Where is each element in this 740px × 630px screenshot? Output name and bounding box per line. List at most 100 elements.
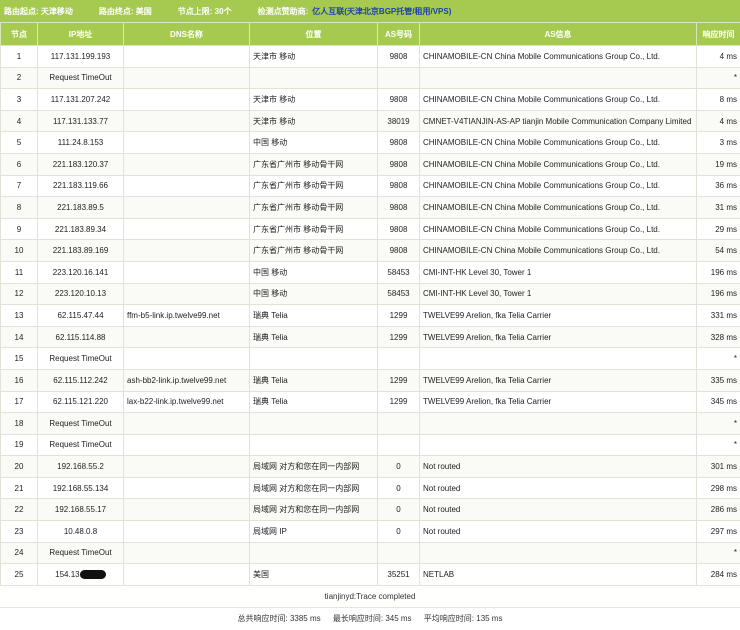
- cell-hop: 15: [1, 348, 38, 370]
- cell-dns: [124, 175, 250, 197]
- cell-ip-text: 192.168.55.17: [55, 505, 106, 514]
- col-hop: 节点: [1, 23, 38, 46]
- cell-asn-text: 0: [396, 505, 400, 514]
- cell-asinfo: CMNET-V4TIANJIN-AS-AP tianjin Mobile Com…: [420, 110, 697, 132]
- cell-location-text: 瑞典 Telia: [253, 333, 288, 342]
- cell-location-text: 瑞典 Telia: [253, 311, 288, 320]
- cell-ip-text: 221.183.120.37: [53, 160, 109, 169]
- cell-dns: [124, 240, 250, 262]
- cell-ip: 117.131.133.77: [38, 110, 124, 132]
- cell-asn-text: 9808: [390, 246, 408, 255]
- route-destination: 路由终点: 美国: [99, 6, 152, 17]
- table-row: 12223.120.10.13中国 移动58453CMI-INT-HK Leve…: [1, 283, 740, 305]
- cell-location: 局域网 对方和您在同一内部网: [250, 456, 378, 478]
- cell-dns: [124, 413, 250, 435]
- cell-response-time-text: 345 ms: [711, 397, 737, 406]
- cell-ip-text: Request TimeOut: [49, 73, 111, 82]
- cell-location: 局域网 对方和您在同一内部网: [250, 477, 378, 499]
- cell-location: 广东省广州市 移动骨干网: [250, 197, 378, 219]
- cell-hop-text: 17: [15, 397, 24, 406]
- max-time: 最长响应时间: 345 ms: [333, 614, 412, 623]
- cell-hop-text: 22: [15, 505, 24, 514]
- cell-dns: ffm-b5-link.ip.twelve99.net: [124, 305, 250, 327]
- cell-location: [250, 542, 378, 564]
- cell-location-text: 中国 移动: [253, 289, 287, 298]
- col-asn: AS号码: [378, 23, 420, 46]
- cell-asinfo: CHINAMOBILE-CN China Mobile Communicatio…: [420, 89, 697, 111]
- cell-response-time: 3 ms: [697, 132, 740, 154]
- cell-ip: Request TimeOut: [38, 434, 124, 456]
- cell-dns: [124, 110, 250, 132]
- col-dns: DNS名称: [124, 23, 250, 46]
- cell-hop-text: 24: [15, 548, 24, 557]
- cell-asinfo: [420, 348, 697, 370]
- cell-response-time: 196 ms: [697, 261, 740, 283]
- cell-ip-text: 62.115.112.242: [53, 376, 107, 385]
- cell-response-time: 345 ms: [697, 391, 740, 413]
- cell-ip: 221.183.119.66: [38, 175, 124, 197]
- cell-hop: 5: [1, 132, 38, 154]
- cell-dns: [124, 89, 250, 111]
- cell-response-time: *: [697, 67, 740, 89]
- cell-ip: 10.48.0.8: [38, 521, 124, 543]
- route-origin: 路由起点: 天津移动: [4, 6, 73, 17]
- cell-dns: [124, 348, 250, 370]
- cell-ip: 192.168.55.17: [38, 499, 124, 521]
- cell-location: 中国 移动: [250, 132, 378, 154]
- cell-location-text: 瑞典 Telia: [253, 397, 288, 406]
- cell-location: 广东省广州市 移动骨干网: [250, 218, 378, 240]
- cell-hop: 18: [1, 413, 38, 435]
- cell-dns: ash-bb2-link.ip.twelve99.net: [124, 369, 250, 391]
- cell-ip-text: 154.13.: [55, 570, 82, 579]
- table-row: 11223.120.16.141中国 移动58453CMI-INT-HK Lev…: [1, 261, 740, 283]
- cell-response-time-text: *: [734, 548, 737, 557]
- cell-asn: [378, 434, 420, 456]
- sponsor-link[interactable]: 亿人互联(天津北京BGP托管/租用/VPS): [312, 6, 451, 17]
- cell-ip: Request TimeOut: [38, 348, 124, 370]
- table-row: 8221.183.89.5广东省广州市 移动骨干网9808CHINAMOBILE…: [1, 197, 740, 219]
- cell-ip-text: Request TimeOut: [49, 440, 111, 449]
- cell-response-time-text: *: [734, 440, 737, 449]
- cell-asinfo: Not routed: [420, 477, 697, 499]
- cell-asn: 58453: [378, 261, 420, 283]
- sponsor-desc[interactable]: (天津北京BGP托管/租用/VPS): [344, 7, 451, 16]
- cell-location: 中国 移动: [250, 283, 378, 305]
- cell-location: 广东省广州市 移动骨干网: [250, 175, 378, 197]
- cell-location-text: 局域网 IP: [253, 527, 287, 536]
- table-row: 6221.183.120.37广东省广州市 移动骨干网9808CHINAMOBI…: [1, 153, 740, 175]
- cell-asn: 1299: [378, 305, 420, 327]
- cell-dns-text: lax-b22-link.ip.twelve99.net: [127, 397, 224, 406]
- cell-asn-text: 58453: [387, 289, 409, 298]
- cell-asinfo-text: Not routed: [423, 505, 460, 514]
- col-ip: IP地址: [38, 23, 124, 46]
- cell-asn: 9808: [378, 197, 420, 219]
- cell-dns: [124, 434, 250, 456]
- cell-ip-text: 223.120.16.141: [53, 268, 109, 277]
- cell-asinfo-text: CMI-INT-HK Level 30, Tower 1: [423, 268, 531, 277]
- table-row: 15Request TimeOut*: [1, 348, 740, 370]
- cell-response-time: *: [697, 413, 740, 435]
- table-row: 1117.131.199.193天津市 移动9808CHINAMOBILE-CN…: [1, 46, 740, 68]
- cell-asn-text: 9808: [390, 138, 408, 147]
- cell-ip-text: Request TimeOut: [49, 419, 111, 428]
- cell-hop-text: 3: [17, 95, 21, 104]
- cell-response-time: 31 ms: [697, 197, 740, 219]
- cell-asinfo: CHINAMOBILE-CN China Mobile Communicatio…: [420, 218, 697, 240]
- cell-asn-text: 1299: [390, 376, 408, 385]
- cell-hop: 11: [1, 261, 38, 283]
- cell-hop-text: 21: [15, 484, 24, 493]
- cell-asinfo-text: Not routed: [423, 484, 460, 493]
- sponsor-name[interactable]: 亿人互联: [312, 7, 344, 16]
- cell-asinfo-text: CHINAMOBILE-CN China Mobile Communicatio…: [423, 160, 660, 169]
- cell-asn: 0: [378, 477, 420, 499]
- cell-dns: [124, 67, 250, 89]
- cell-ip: 117.131.207.242: [38, 89, 124, 111]
- cell-asn-text: 9808: [390, 160, 408, 169]
- cell-hop: 8: [1, 197, 38, 219]
- cell-hop: 3: [1, 89, 38, 111]
- cell-hop: 21: [1, 477, 38, 499]
- cell-ip: 221.183.89.34: [38, 218, 124, 240]
- trace-info-bar: 路由起点: 天津移动 路由终点: 美国 节点上限: 30个 检测点赞助商: 亿人…: [0, 0, 740, 22]
- cell-location-text: 局域网 对方和您在同一内部网: [253, 484, 359, 493]
- cell-hop-text: 10: [15, 246, 24, 255]
